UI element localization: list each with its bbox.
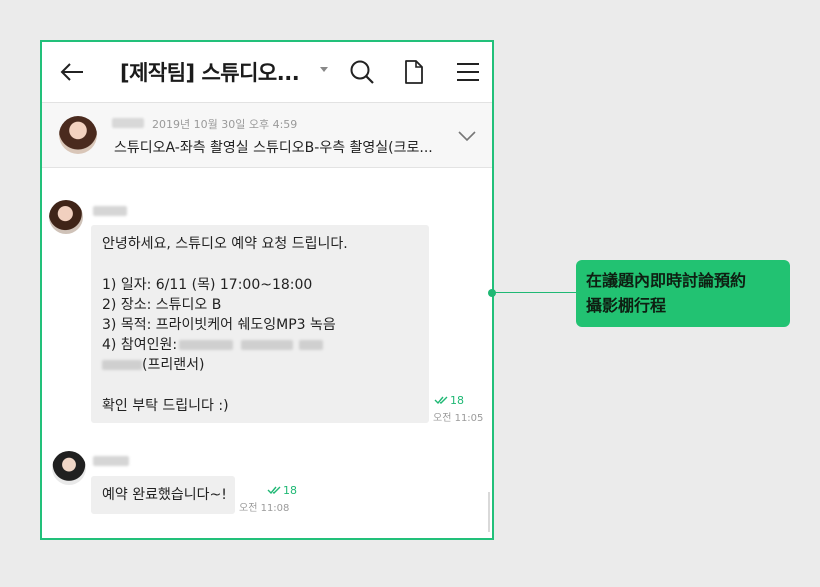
sender-avatar[interactable] [49, 200, 83, 234]
message-line: (프리랜서) [102, 355, 204, 375]
message-line: 예약 완료했습니다~! [102, 487, 227, 503]
read-receipt: 18 [267, 484, 297, 497]
arrow-left-icon [60, 63, 83, 81]
double-check-icon [267, 486, 281, 495]
document-icon [405, 60, 423, 84]
menu-button[interactable] [454, 58, 482, 86]
chat-room-title[interactable]: [제작팀] 스튜디오... [120, 57, 320, 87]
participants-blurred [179, 340, 234, 350]
scrollbar[interactable] [488, 492, 490, 532]
notice-author-avatar [59, 116, 97, 154]
phone-screen: [제작팀] 스튜디오... 2019년 10월 30일 오후 4:59 스튜디오… [40, 40, 494, 540]
pinned-notice[interactable]: 2019년 10월 30일 오후 4:59 스튜디오A-좌측 촬영실 스튜디오B… [42, 103, 492, 168]
search-icon [350, 60, 374, 84]
message-bubble[interactable]: 안녕하세요, 스튜디오 예약 요청 드립니다. 1) 일자: 6/11 (목) … [91, 225, 429, 423]
message-line-text: (프리랜서) [142, 357, 205, 373]
message-time: 오전 11:05 [433, 413, 484, 424]
callout-connector-line [492, 292, 576, 293]
sender-name-blurred [93, 456, 129, 466]
back-button[interactable] [58, 58, 86, 86]
message-bubble[interactable]: 예약 완료했습니다~! [91, 476, 235, 514]
read-count: 18 [450, 394, 464, 407]
feature-callout: 在議題內即時討論預約 攝影棚行程 [576, 260, 790, 327]
notice-timestamp: 2019년 10월 30일 오후 4:59 [152, 118, 298, 131]
participants-blurred [241, 340, 294, 350]
callout-anchor-dot [488, 289, 496, 297]
message-line: 2) 장소: 스튜디오 B [102, 297, 222, 313]
callout-line: 在議題內即時討論預約 [586, 271, 747, 290]
chevron-down-icon [458, 131, 476, 142]
files-button[interactable] [400, 58, 428, 86]
message-line: 확인 부탁 드립니다 :) [102, 398, 229, 414]
sender-name-blurred [93, 206, 127, 216]
message-line: 안녕하세요, 스튜디오 예약 요청 드립니다. [102, 236, 348, 252]
hamburger-icon [457, 63, 479, 81]
message-line-text: 4) 참여인원: [102, 337, 178, 353]
read-count: 18 [283, 484, 297, 497]
search-button[interactable] [348, 58, 376, 86]
participants-blurred [299, 340, 324, 350]
double-check-icon [434, 396, 448, 405]
message-line: 3) 목적: 프라이빗케어 쉐도잉MP3 녹음 [102, 317, 336, 333]
message-time: 오전 11:08 [239, 503, 290, 514]
notice-text: 스튜디오A-좌측 촬영실 스튜디오B-우측 촬영실(크로... [114, 140, 433, 156]
message-line: 4) 참여인원: [102, 335, 324, 355]
message-line: 1) 일자: 6/11 (목) 17:00~18:00 [102, 277, 313, 293]
caret-down-icon[interactable] [320, 67, 328, 72]
notice-author-name-blurred [112, 118, 144, 128]
callout-line: 攝影棚行程 [586, 296, 667, 315]
expand-notice-button[interactable] [458, 127, 476, 146]
participants-blurred [102, 360, 142, 370]
chat-header: [제작팀] 스튜디오... [42, 42, 492, 103]
read-receipt: 18 [434, 394, 464, 407]
sender-avatar[interactable] [52, 451, 86, 485]
